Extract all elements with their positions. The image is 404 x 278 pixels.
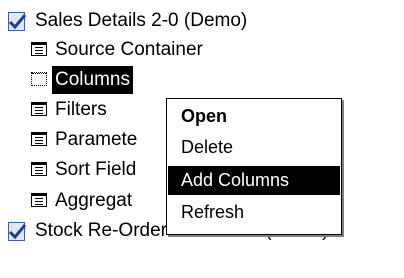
tree-node-label: Aggregat: [55, 190, 133, 211]
tree-node-label: Sort Field: [55, 159, 137, 180]
tree-node-sort-fields[interactable]: Sort Field: [31, 155, 139, 185]
report-check-icon: [6, 11, 27, 31]
folder-list-icon: [31, 102, 47, 118]
folder-list-icon: [31, 193, 47, 209]
context-menu: Open Delete Add Columns Refresh: [166, 98, 342, 235]
menu-item-refresh[interactable]: Refresh: [168, 198, 340, 227]
tree-node-label: Columns: [52, 66, 133, 94]
tree-node-parameters[interactable]: Paramete: [31, 125, 140, 155]
tree-node-label: Source Container: [55, 39, 203, 60]
tree-node-label: Paramete: [55, 129, 138, 150]
tree-node-label: Filters: [55, 99, 107, 120]
report-check-icon: [6, 221, 27, 241]
menu-item-add-columns[interactable]: Add Columns: [168, 166, 340, 195]
folder-list-icon: [31, 132, 47, 148]
menu-item-open[interactable]: Open: [168, 102, 340, 131]
dotted-folder-icon: [31, 72, 47, 88]
folder-list-icon: [31, 162, 47, 178]
tree-node-label: Sales Details 2-0 (Demo): [35, 10, 248, 31]
tree-node-aggregates[interactable]: Aggregat: [31, 186, 135, 216]
folder-list-icon: [31, 42, 47, 58]
tree-node-columns[interactable]: Columns: [31, 65, 133, 95]
tree-node-source-container[interactable]: Source Container: [31, 35, 206, 65]
tree-node-sales-details[interactable]: Sales Details 2-0 (Demo): [6, 6, 250, 36]
tree-node-filters[interactable]: Filters: [31, 95, 110, 125]
menu-item-delete[interactable]: Delete: [168, 133, 340, 162]
